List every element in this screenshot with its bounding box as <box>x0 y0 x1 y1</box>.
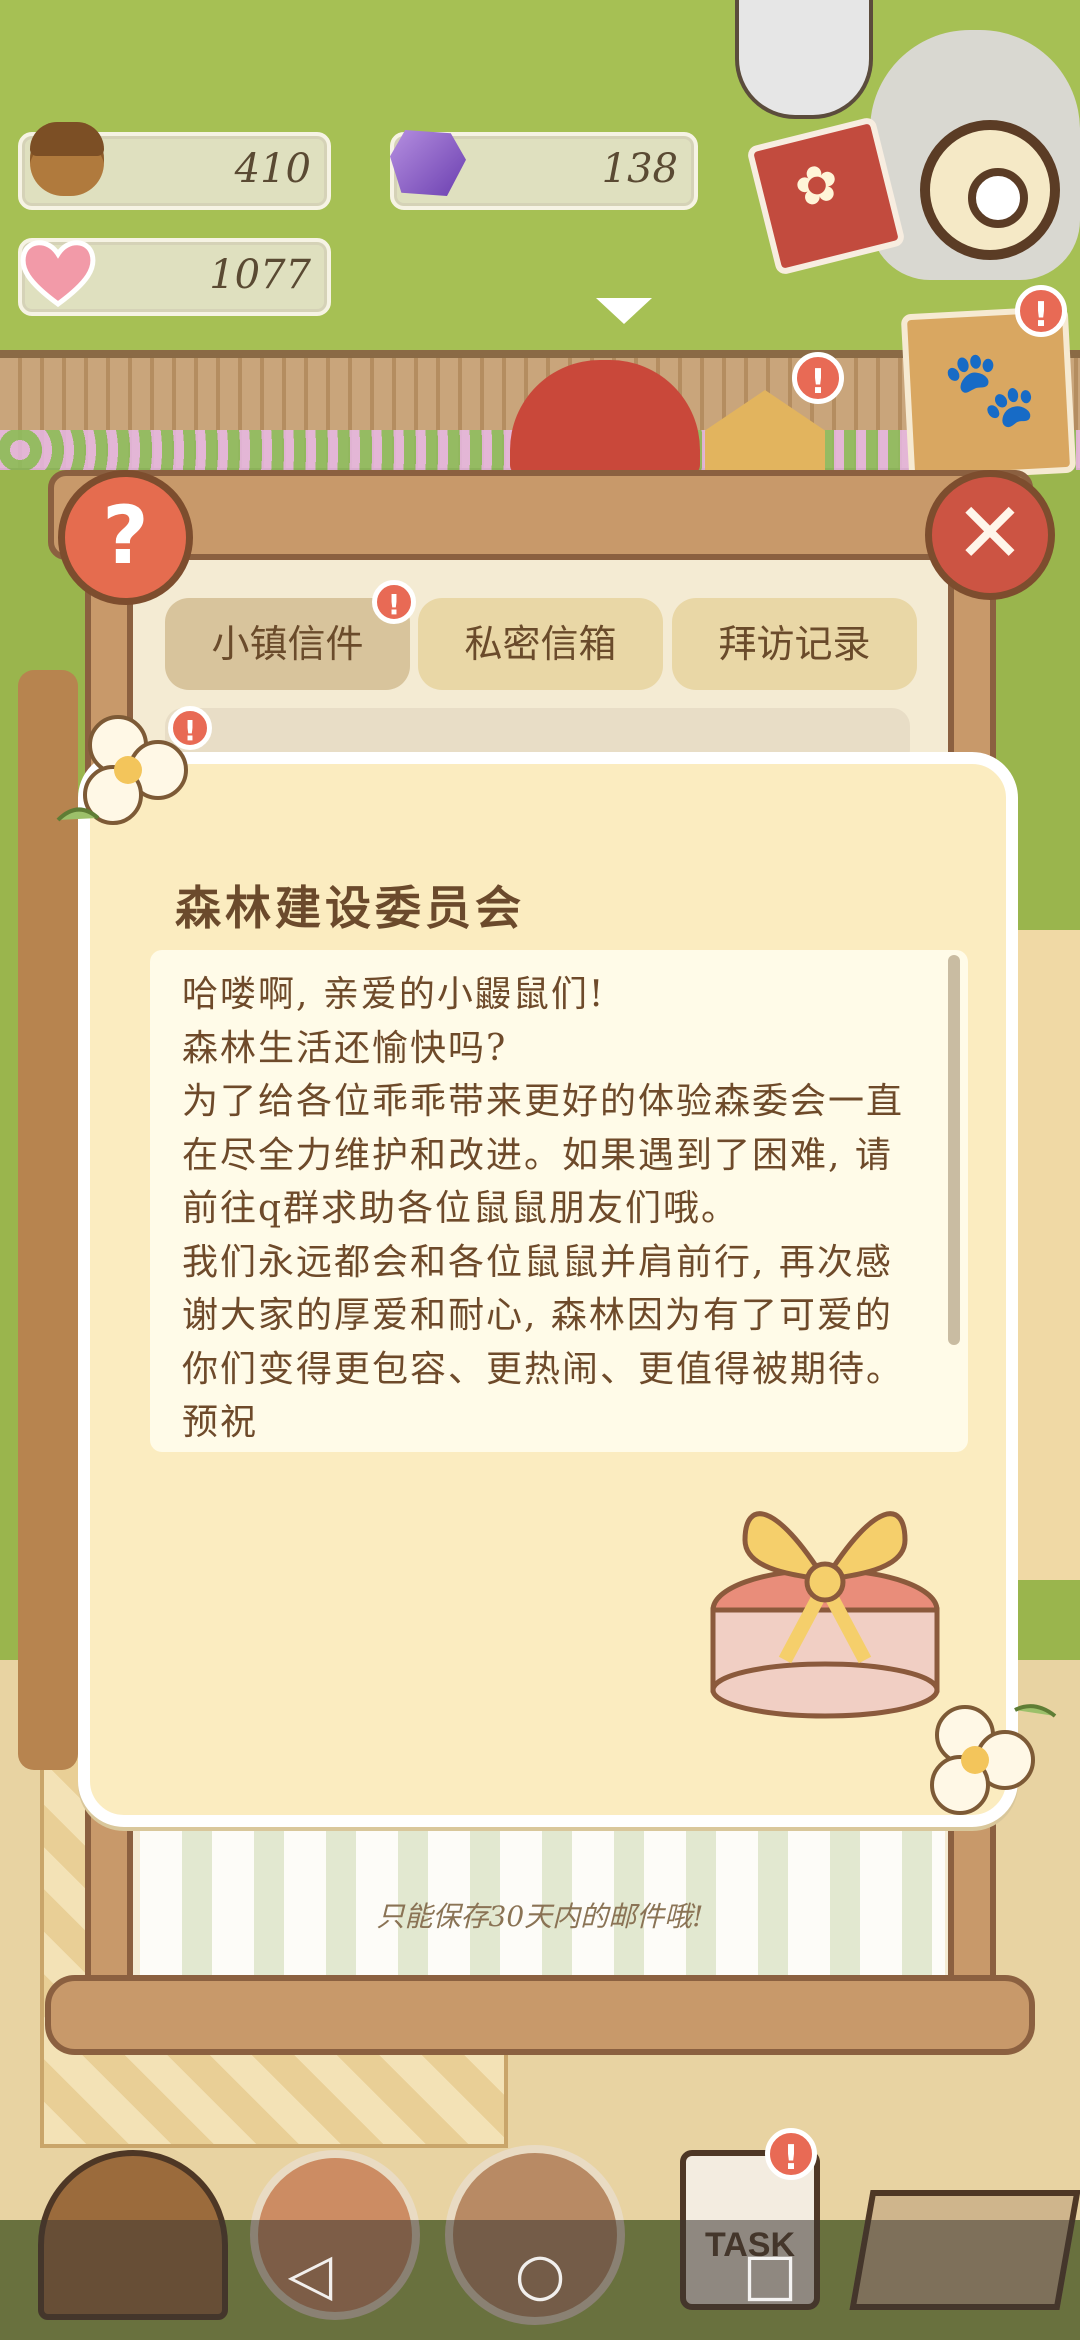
gear-icon[interactable] <box>920 120 1060 260</box>
letter-body-scroll[interactable]: 哈喽啊, 亲爱的小鼹鼠们! 森林生活还愉快吗? 为了给各位乖乖带来更好的体验森委… <box>150 950 968 1452</box>
mail-retention-note: 只能保存30天内的邮件哦! <box>376 1900 704 1933</box>
help-button[interactable]: ? <box>58 470 193 605</box>
letter-body: 哈喽啊, 亲爱的小鼹鼠们! 森林生活还愉快吗? 为了给各位乖乖带来更好的体验森委… <box>182 974 905 1443</box>
close-button[interactable]: ✕ <box>925 470 1055 600</box>
letter-scrollbar[interactable] <box>948 955 960 1345</box>
chevron-down-icon[interactable] <box>596 298 652 324</box>
tab-visit-records[interactable]: 拜访记录 <box>672 598 917 690</box>
paw-note-badge: ! <box>1015 285 1067 337</box>
heart-count: 1077 <box>209 252 311 298</box>
tab-private-mailbox[interactable]: 私密信箱 <box>418 598 663 690</box>
recent-apps-icon[interactable]: □ <box>730 2240 810 2308</box>
task-badge: ! <box>765 2128 817 2180</box>
tab-town-letters-badge: ! <box>372 580 416 624</box>
back-icon[interactable]: ◁ <box>270 2240 350 2308</box>
frame-top-board <box>48 470 1033 560</box>
bunny-character[interactable] <box>735 0 873 119</box>
home-icon[interactable]: ○ <box>500 2240 580 2308</box>
flower-decoration-icon <box>930 1704 1057 1815</box>
acorn-icon <box>30 122 104 196</box>
flower-decoration-icon <box>56 715 188 825</box>
heart-icon <box>20 240 96 308</box>
gem-count: 138 <box>601 146 678 192</box>
birdhouse-notification-badge: ! <box>792 352 844 404</box>
tab-town-letters[interactable]: 小镇信件 <box>165 598 410 690</box>
acorn-count: 410 <box>234 146 311 192</box>
letter-sender: 森林建设委员会 <box>175 881 525 935</box>
frame-bottom-board <box>45 1975 1035 2055</box>
gift-box-icon[interactable] <box>705 1460 945 1720</box>
